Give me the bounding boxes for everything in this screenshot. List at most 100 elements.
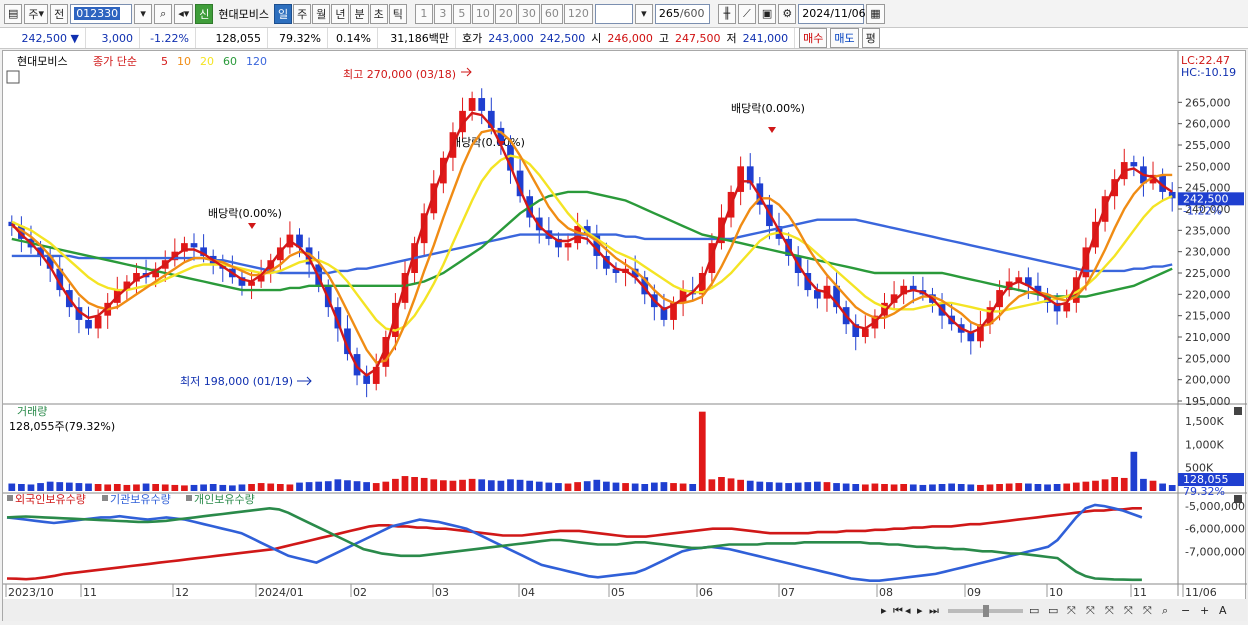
calendar-icon[interactable]: ▦ (866, 3, 885, 24)
code-dropdown-icon[interactable]: ▾ (134, 3, 153, 24)
volume-bar (439, 480, 447, 491)
date-input[interactable]: 2024/11/06 (798, 3, 866, 24)
interval-button-30[interactable]: 30 (517, 3, 540, 24)
x-tick-label: 10 (1049, 586, 1063, 599)
period-tab-5[interactable]: 초 (369, 3, 388, 24)
volume-bar (487, 480, 495, 491)
volume-bar (18, 484, 25, 491)
volume-bar (756, 481, 764, 491)
volume-bar (459, 479, 466, 491)
save-icon[interactable]: ▣ (757, 3, 777, 24)
interval-button-3[interactable]: 3 (433, 3, 452, 24)
holding-legend-2: 개인보유수량 (194, 493, 255, 506)
gear-icon[interactable]: ⚙ (778, 3, 797, 24)
bottom-nav-bar (3, 599, 1247, 621)
nav-icon-2[interactable]: ◂ (905, 604, 911, 617)
hoga: 호가 243,000 242,500 시 246,000 고 247,500 저… (456, 28, 796, 48)
legend-ma-60: 60 (223, 55, 237, 68)
tool-icon-2[interactable]: ⤧ (1067, 604, 1076, 617)
chart-area[interactable]: 현대모비스 종가 단순 5 10 20 60 120 최고 270,000 (03/18… (2, 50, 1247, 622)
market-select[interactable]: 주 ▾ (24, 3, 49, 24)
legend-ma-120: 120 (246, 55, 267, 68)
volume-bar (1092, 480, 1099, 491)
tool-icon-7[interactable]: ⌕ (1162, 604, 1168, 617)
nav-icon-3[interactable]: ▸ (917, 604, 923, 617)
volume-bar (411, 477, 418, 491)
volume-bar (1082, 481, 1090, 491)
price-tick-label: 220,000 (1185, 288, 1231, 301)
eval-button[interactable]: 평 (861, 28, 880, 48)
tool-icon-1[interactable]: ▭ (1048, 604, 1058, 617)
candle-body (94, 315, 102, 329)
interval-button-1[interactable]: 1 (414, 3, 433, 24)
prev-button[interactable]: 전 (50, 3, 69, 24)
volume-bar (852, 484, 860, 491)
volume-close-icon[interactable] (1234, 407, 1242, 415)
new-badge: 신 (195, 3, 214, 24)
chart-svg[interactable]: 현대모비스 종가 단순 5 10 20 60 120 최고 270,000 (03/18… (3, 51, 1247, 622)
volume-bar (56, 482, 64, 491)
dividend-annotation-3: 배당락(0.00%) (731, 102, 805, 115)
volume-bar (296, 482, 303, 491)
tool-icon-5[interactable]: ⤧ (1124, 604, 1133, 617)
x-tick-label: 11 (1133, 586, 1147, 599)
low-annotation: 최저 198,000 (01/19) (180, 375, 293, 388)
period-tab-2[interactable]: 월 (312, 3, 331, 24)
volume-bar (516, 479, 524, 491)
volume-bar (612, 482, 620, 491)
volume-bar (1072, 482, 1080, 491)
volume-bar (1130, 451, 1138, 491)
tool-icon-6[interactable]: ⤧ (1143, 604, 1152, 617)
scroll-thumb[interactable] (983, 605, 989, 617)
interval-dropdown-icon[interactable]: ▾ (634, 3, 653, 24)
stock-code-input[interactable]: 012330 (70, 3, 133, 24)
nav-icon-0[interactable]: ▸ (881, 604, 887, 617)
chart-layout-icon[interactable]: ▤ (4, 3, 23, 24)
volume-bar (392, 478, 399, 491)
tool-icon-4[interactable]: ⤧ (1105, 604, 1114, 617)
tool-icon-0[interactable]: ▭ (1029, 604, 1039, 617)
holding-legend-marker (7, 495, 13, 501)
tool-icon-9[interactable]: + (1200, 604, 1209, 617)
volume-value: 128,055 (196, 28, 268, 48)
tool-icon-10[interactable]: A (1219, 604, 1227, 617)
panel-toggle-icon[interactable] (6, 70, 20, 84)
sell-button[interactable]: 매도 (830, 28, 859, 48)
buy-button[interactable]: 매수 (799, 28, 828, 48)
volume-bar (123, 484, 131, 491)
volume-bar (113, 484, 121, 491)
period-tab-3[interactable]: 년 (331, 3, 350, 24)
period-tab-6[interactable]: 틱 (388, 3, 407, 24)
interval-button-120[interactable]: 120 (563, 3, 593, 24)
candle-type-icon[interactable]: ╫ (717, 3, 736, 24)
volume-bar (104, 484, 112, 491)
turnover: 0.14% (328, 28, 378, 48)
volume-bar (372, 483, 380, 491)
sound-icon[interactable]: ◂▾ (174, 3, 194, 24)
nav-icon-4[interactable]: ⏭ (929, 604, 939, 617)
nav-icon-1[interactable]: ⏮ (893, 604, 903, 617)
tool-icon-8[interactable]: − (1181, 604, 1190, 617)
volume-bar (881, 484, 888, 491)
tool-icon-3[interactable]: ⤧ (1086, 604, 1095, 617)
interval-select[interactable] (594, 3, 633, 24)
period-tab-1[interactable]: 주 (293, 3, 312, 24)
period-tab-0[interactable]: 일 (273, 3, 293, 24)
interval-button-10[interactable]: 10 (471, 3, 494, 24)
search-icon[interactable]: ⌕ (154, 3, 173, 24)
count-input[interactable]: 265/600 (654, 3, 710, 24)
draw-line-icon[interactable]: ⟋ (737, 3, 756, 24)
volume-bar (986, 484, 994, 491)
volume-bar (85, 483, 92, 491)
interval-button-5[interactable]: 5 (452, 3, 471, 24)
interval-button-20[interactable]: 20 (494, 3, 517, 24)
volume-bar (1053, 484, 1061, 491)
price-tick-label: 255,000 (1185, 139, 1231, 152)
volume-bar (449, 480, 457, 491)
volume-bar (94, 484, 102, 491)
volume-bar (996, 484, 1003, 491)
volume-bar (766, 482, 773, 491)
interval-button-60[interactable]: 60 (540, 3, 563, 24)
volume-bar (1120, 477, 1128, 491)
period-tab-4[interactable]: 분 (350, 3, 369, 24)
